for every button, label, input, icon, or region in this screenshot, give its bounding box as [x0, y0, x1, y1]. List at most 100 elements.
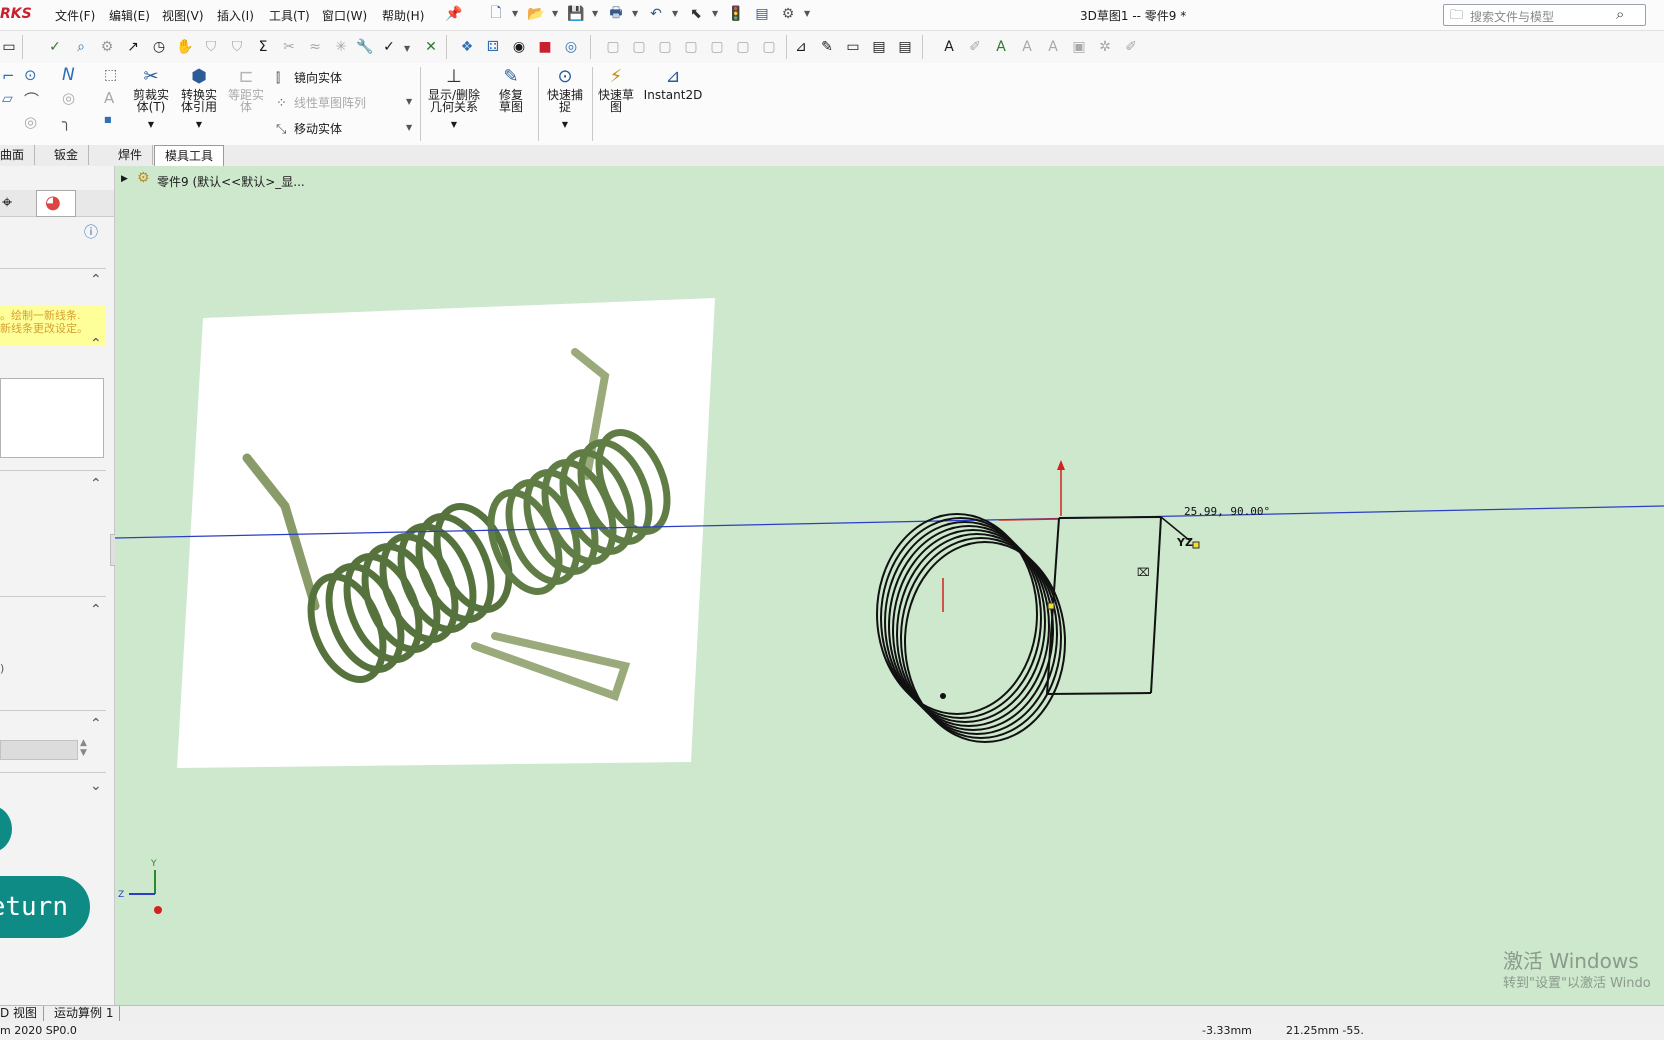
note-icon[interactable]: A — [1044, 38, 1062, 56]
spline-icon[interactable]: N — [62, 65, 75, 85]
check-shield-icon[interactable]: ⛉ — [228, 38, 246, 56]
view-layout-icon[interactable]: ▢ — [604, 38, 622, 56]
chevron-down-icon[interactable]: ▼ — [406, 97, 412, 106]
tab-mold-tools[interactable]: 模具工具 — [154, 145, 225, 166]
menu-edit[interactable]: 编辑(E) — [109, 7, 150, 24]
chevron-down-icon[interactable]: ▼ — [672, 9, 678, 18]
new-document-icon[interactable]: 🗋 — [488, 5, 504, 22]
target-icon[interactable]: ⌖ — [2, 192, 12, 213]
annotation-icon[interactable]: ✐ — [966, 38, 984, 56]
chevron-down-icon[interactable]: ▼ — [804, 9, 810, 18]
chevron-down-icon[interactable]: ▼ — [592, 9, 598, 18]
menu-tools[interactable]: 工具(T) — [269, 7, 310, 24]
view-layout-icon[interactable]: ▢ — [708, 38, 726, 56]
tab-weldments[interactable]: 焊件 — [108, 145, 154, 165]
close-cross-icon[interactable]: ✕ — [422, 38, 440, 56]
collapse-icon[interactable]: ⌃ — [90, 716, 102, 732]
linear-pattern-button[interactable]: ⁘ 线性草图阵列 — [276, 94, 366, 111]
collapse-icon[interactable]: ⌃ — [90, 336, 102, 352]
note-icon[interactable]: A — [992, 38, 1010, 56]
mirror-entities-button[interactable]: ⫿ 镜向实体 — [276, 69, 342, 86]
star-icon[interactable]: ✳ — [332, 38, 350, 56]
hand-icon[interactable]: ✋ — [176, 38, 194, 56]
tab-motion-study[interactable]: 运动算例 1 — [48, 1006, 121, 1021]
chevron-down-icon[interactable]: ▼ — [540, 119, 590, 131]
trim-entities-button[interactable]: ✂ 剪裁实体(T) ▼ — [128, 67, 174, 131]
offset-entities-button[interactable]: ⊏ 等距实体 — [226, 67, 266, 114]
polygon-icon[interactable]: ◎ — [62, 89, 75, 107]
note-icon[interactable]: A — [1018, 38, 1036, 56]
scissors-icon[interactable]: ✂ — [280, 38, 298, 56]
network-icon[interactable]: ❖ — [458, 38, 476, 56]
monitor-icon[interactable]: ▭ — [844, 38, 862, 56]
chevron-down-icon[interactable]: ▼ — [128, 119, 174, 131]
menu-window[interactable]: 窗口(W) — [322, 7, 367, 24]
gear-icon[interactable]: ⚙ — [98, 38, 116, 56]
fillet-icon[interactable]: ╮ — [62, 113, 71, 131]
collapse-icon[interactable]: ⌃ — [90, 272, 102, 288]
sum-icon[interactable]: Σ — [254, 38, 272, 56]
text-icon[interactable]: A — [104, 89, 114, 107]
sketch-icon[interactable]: ▭ — [0, 38, 18, 56]
tab-surfaces[interactable]: 曲面 — [0, 145, 36, 165]
value-spinbox[interactable] — [0, 740, 78, 760]
chevron-down-icon[interactable]: ▼ — [406, 123, 412, 132]
chevron-down-icon[interactable]: ▼ — [552, 9, 558, 18]
note-icon[interactable]: ✐ — [1122, 38, 1140, 56]
graphics-viewport[interactable]: ⌕ ⌕ ⤺ ◫ ✧ ⬒ ▶ ⚙ 零件9 (默认<<默认>_显... — [115, 166, 1664, 1006]
wrench-icon[interactable]: 🔧 — [356, 38, 374, 56]
menu-view[interactable]: 视图(V) — [162, 7, 204, 24]
note-icon[interactable]: ▣ — [1070, 38, 1088, 56]
chevron-down-icon[interactable]: ▼ — [512, 9, 518, 18]
return-button[interactable]: eturn — [0, 876, 90, 938]
selection-list[interactable] — [0, 378, 104, 458]
point-icon[interactable]: ■ — [104, 115, 112, 124]
menu-file[interactable]: 文件(F) — [55, 7, 95, 24]
view-layout-icon[interactable]: ▢ — [760, 38, 778, 56]
expand-icon[interactable]: ⌄ — [90, 778, 102, 794]
chevron-down-icon[interactable]: ▼ — [176, 119, 222, 131]
help-icon[interactable]: ⓘ — [84, 222, 98, 242]
shield-icon[interactable]: ⛉ — [202, 38, 220, 56]
text-icon[interactable]: A — [940, 38, 958, 56]
stack-icon[interactable]: ▤ — [896, 38, 914, 56]
chevron-down-icon[interactable]: ▼ — [404, 44, 410, 53]
search-box[interactable]: 🗀 搜索文件与模型 ⌕ — [1443, 4, 1646, 26]
teal-round-button[interactable] — [0, 806, 12, 852]
view-layout-icon[interactable]: ▢ — [630, 38, 648, 56]
tab-3d-view[interactable]: D 视图 — [0, 1006, 45, 1021]
print-icon[interactable]: 🖶 — [608, 5, 624, 22]
check-circle-icon[interactable]: ◉ — [510, 38, 528, 56]
clock-icon[interactable]: ◷ — [150, 38, 168, 56]
tab-sheet-metal[interactable]: 钣金 — [44, 145, 90, 165]
view-layout-icon[interactable]: ▢ — [734, 38, 752, 56]
chevron-down-icon[interactable]: ▼ — [712, 9, 718, 18]
search-icon[interactable]: ⌕ — [1616, 5, 1624, 23]
point-grid-icon[interactable]: ⬚ — [104, 67, 117, 83]
check-tool-icon[interactable]: ✓ — [380, 38, 398, 56]
collapse-icon[interactable]: ⌃ — [90, 602, 102, 618]
menu-help[interactable]: 帮助(H) — [382, 7, 424, 24]
instant2d-button[interactable]: ⊿ Instant2D — [642, 67, 704, 102]
gear-icon[interactable]: ⚙ — [780, 6, 796, 22]
note-icon[interactable]: ✲ — [1096, 38, 1114, 56]
quick-snaps-button[interactable]: ⊙ 快速捕捉 ▼ — [540, 67, 590, 131]
find-icon[interactable]: ⌕ — [72, 38, 90, 56]
convert-entities-button[interactable]: ⬢ 转换实体引用 ▼ — [176, 67, 222, 131]
spinner-arrows-icon[interactable]: ▲ ▼ — [80, 738, 87, 758]
dimension-icon[interactable]: ⊿ — [792, 38, 810, 56]
rebuild-icon[interactable]: 🚦 — [727, 6, 744, 22]
rect-icon[interactable]: ▱ — [2, 91, 13, 107]
repair-sketch-button[interactable]: ✎ 修复草图 — [488, 67, 534, 114]
chevron-down-icon[interactable]: ▼ — [424, 119, 484, 131]
pin-icon[interactable]: 📌 — [445, 6, 462, 22]
save-icon[interactable]: 💾 — [567, 6, 584, 22]
view-layout-icon[interactable]: ▢ — [656, 38, 674, 56]
globe-icon[interactable]: ◎ — [562, 38, 580, 56]
view-layout-icon[interactable]: ▢ — [682, 38, 700, 56]
assembly-icon[interactable]: ⚃ — [484, 38, 502, 56]
chevron-down-icon[interactable]: ▼ — [632, 9, 638, 18]
open-folder-icon[interactable]: 📂 — [527, 6, 544, 22]
sketch-edit-icon[interactable]: ✎ — [818, 38, 836, 56]
ellipse-icon[interactable]: ◎ — [24, 113, 37, 131]
